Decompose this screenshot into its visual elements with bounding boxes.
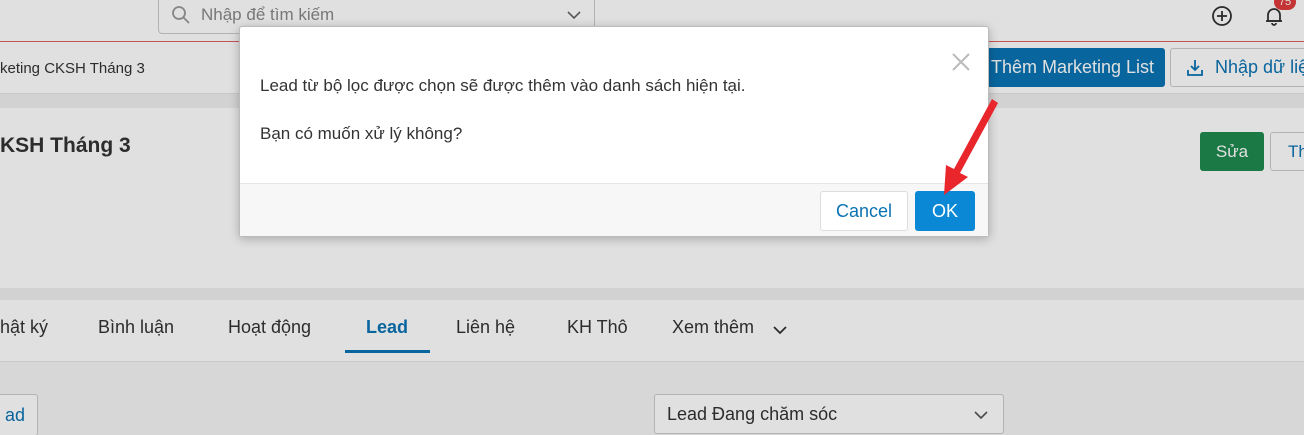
confirm-dialog: Lead từ bộ lọc được chọn sẽ được thêm và… [239,26,989,237]
close-icon[interactable] [950,51,972,73]
cancel-button[interactable]: Cancel [820,191,908,231]
dialog-question: Bạn có muốn xử lý không? [260,124,463,143]
annotation-arrow-icon [944,99,998,195]
dialog-footer: Cancel OK [240,183,988,236]
dialog-message: Lead từ bộ lọc được chọn sẽ được thêm và… [260,76,746,95]
